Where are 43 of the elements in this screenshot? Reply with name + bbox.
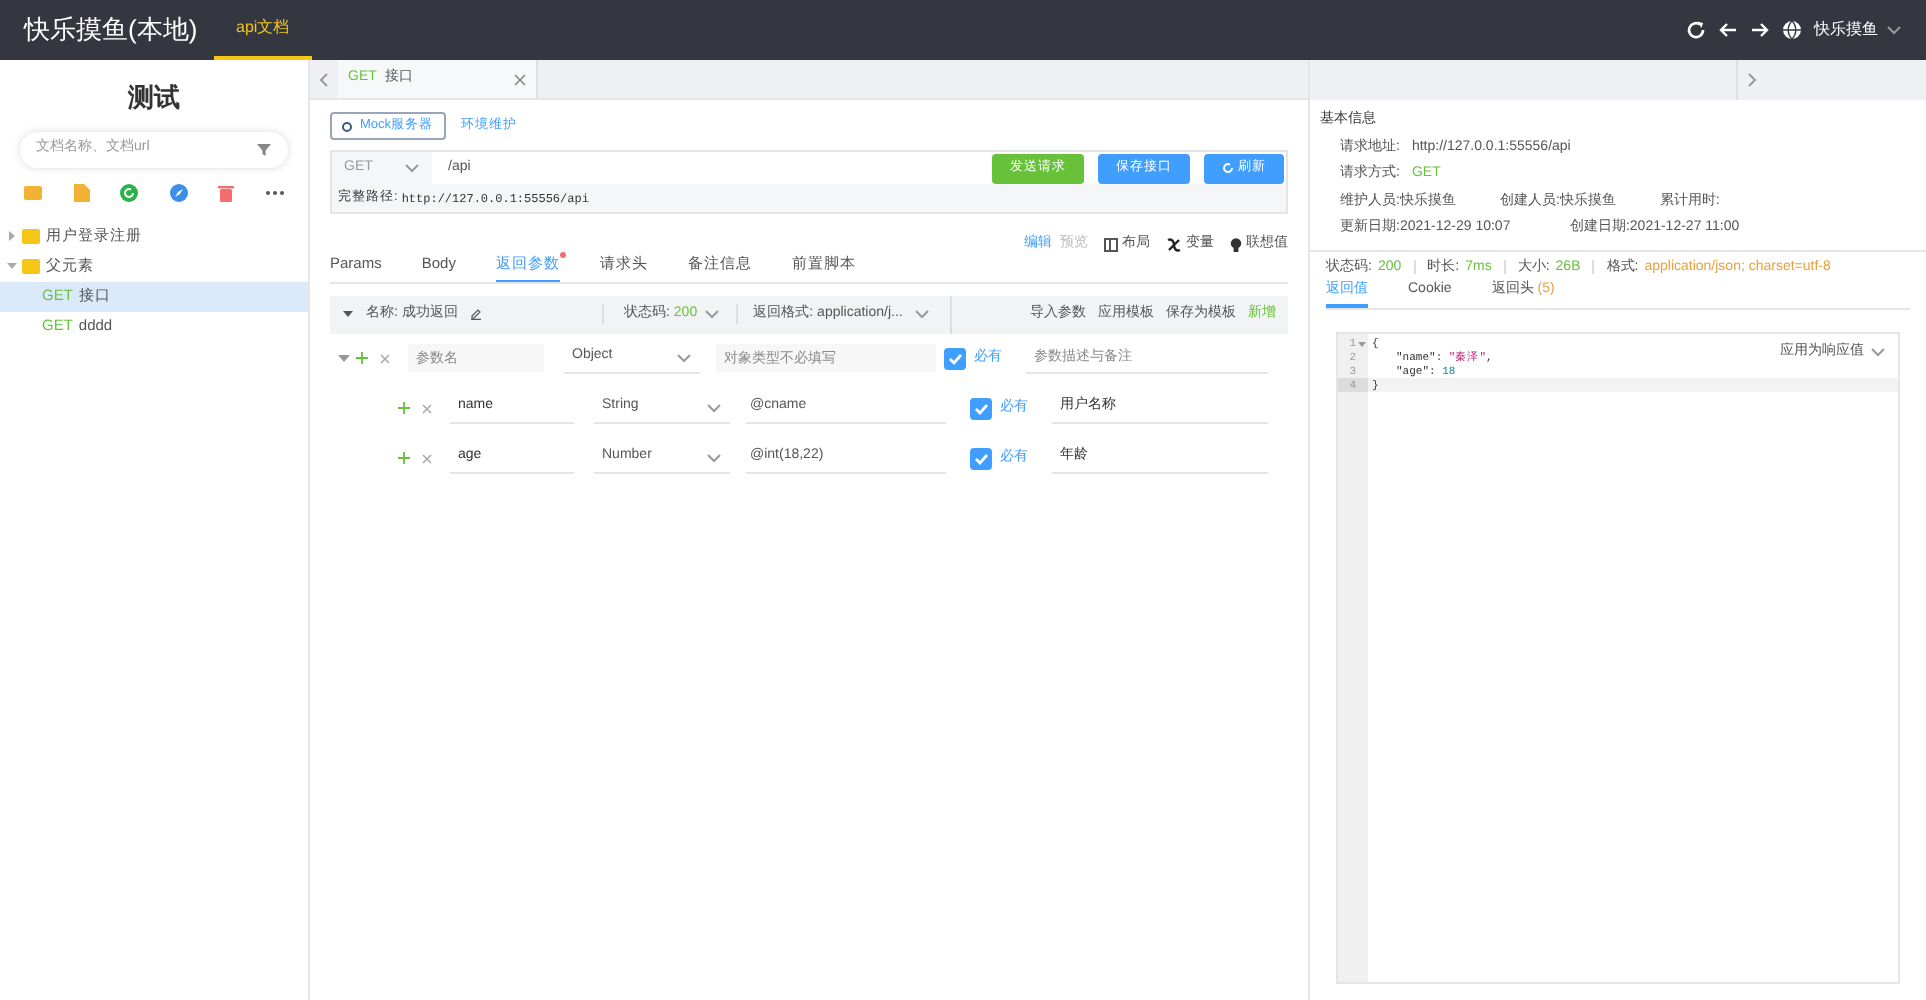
- variable-icon: [1166, 237, 1182, 252]
- nav-tab[interactable]: api文档: [214, 0, 312, 60]
- edit-icon[interactable]: [469, 308, 482, 320]
- trash-icon[interactable]: [218, 183, 235, 201]
- globe-icon[interactable]: [1782, 20, 1802, 40]
- forward-icon[interactable]: [1750, 20, 1770, 40]
- file-icon[interactable]: [73, 183, 90, 201]
- chevron-down-icon: [1870, 344, 1886, 361]
- fold-icon[interactable]: [1358, 339, 1366, 347]
- compass-icon[interactable]: [169, 183, 188, 201]
- refresh-circle-icon[interactable]: [120, 183, 139, 201]
- chevron-right-icon: [1743, 72, 1759, 88]
- back-icon[interactable]: [1718, 20, 1738, 40]
- lightbulb-icon: [1230, 237, 1242, 252]
- chevron-down-icon: [706, 449, 722, 465]
- close-icon[interactable]: [380, 353, 390, 363]
- scroll-left-icon: [316, 71, 332, 87]
- plus-icon[interactable]: [398, 402, 410, 414]
- close-icon[interactable]: [514, 73, 526, 85]
- plus-icon[interactable]: [356, 352, 368, 364]
- layout-icon: [1104, 237, 1118, 252]
- close-icon[interactable]: [422, 403, 432, 413]
- chevron-down-icon: [1886, 22, 1902, 38]
- checkbox[interactable]: [970, 447, 992, 469]
- refresh-icon: [1222, 162, 1234, 174]
- app-title: 快乐摸鱼(本地): [24, 12, 200, 49]
- more-icon[interactable]: [265, 189, 284, 195]
- chevron-down-icon: [404, 160, 420, 176]
- user-menu[interactable]: 快乐摸鱼: [1814, 18, 1902, 42]
- refresh-icon[interactable]: [1686, 20, 1706, 40]
- chevron-down-icon: [676, 349, 692, 365]
- checkbox[interactable]: [970, 397, 992, 419]
- chevron-down-icon: [703, 306, 720, 322]
- sidebar-title: 测试: [126, 80, 182, 116]
- chevron-down-icon: [706, 399, 722, 415]
- filter-icon[interactable]: [256, 141, 272, 157]
- chevron-down-icon: [914, 306, 931, 322]
- folder-icon[interactable]: [24, 184, 42, 200]
- caret-icon[interactable]: [342, 308, 354, 320]
- close-icon[interactable]: [422, 453, 432, 463]
- caret-icon[interactable]: [338, 352, 350, 364]
- plus-icon[interactable]: [398, 452, 410, 464]
- checkbox[interactable]: [944, 347, 966, 369]
